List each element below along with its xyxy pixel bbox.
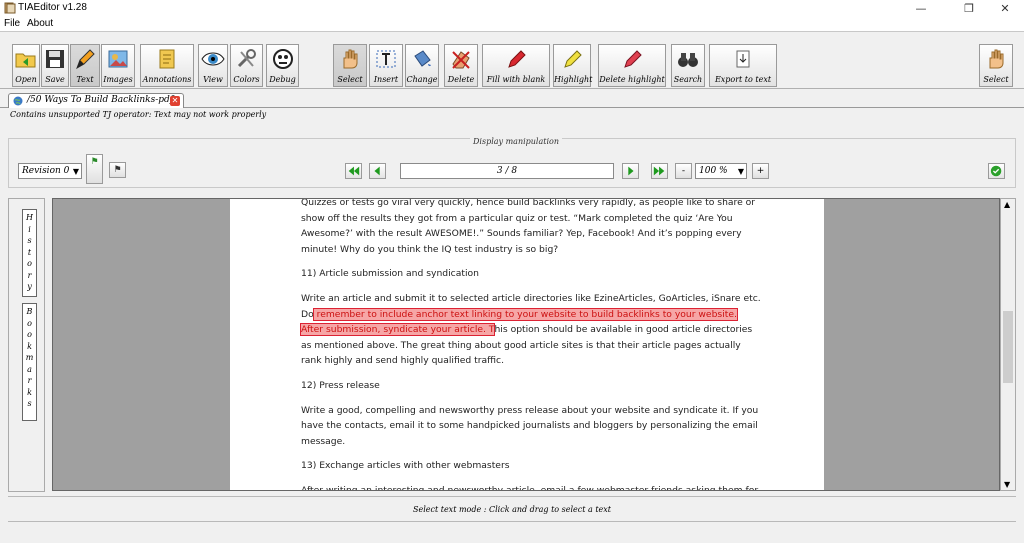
view-button[interactable]: View: [198, 44, 228, 87]
revision-back-button[interactable]: ⚑: [109, 162, 126, 178]
apply-button[interactable]: [988, 163, 1005, 179]
delete-highlight-icon: [624, 50, 642, 68]
insert-button[interactable]: Insert: [369, 44, 403, 87]
scroll-up-icon[interactable]: ▲: [1004, 200, 1010, 209]
tab-history[interactable]: History: [22, 209, 37, 297]
chevron-down-icon: ▼: [737, 167, 744, 176]
tab-document[interactable]: /50 Ways To Build Backlinks-pdf ✕: [8, 93, 184, 108]
debug-button[interactable]: Debug: [266, 44, 299, 87]
status-bar: Select text mode : Click and drag to sel…: [8, 496, 1016, 522]
window-title: TIAEditor v1.28: [18, 2, 87, 13]
paragraph[interactable]: Write a good, compelling and newsworthy …: [301, 403, 761, 450]
double-left-arrow-icon: [348, 166, 360, 176]
zoom-select[interactable]: 100 % ▼: [695, 163, 747, 179]
marker-icon: [508, 50, 526, 68]
heading[interactable]: 13) Exchange articles with other webmast…: [301, 458, 761, 474]
menu-bar: File About: [0, 17, 1024, 31]
scroll-down-icon[interactable]: ▼: [1004, 480, 1010, 489]
toolbar: Open Save Text Images Annotations View C…: [0, 31, 1024, 89]
hand-icon: [343, 49, 358, 69]
delete-highlight-button[interactable]: Delete highlight: [598, 44, 666, 87]
previous-page-button[interactable]: [369, 163, 386, 179]
maximize-button[interactable]: ❐: [952, 0, 986, 17]
zoom-in-button[interactable]: +: [752, 163, 769, 179]
close-button[interactable]: ✕: [988, 0, 1022, 17]
export-to-text-button[interactable]: Export to text: [709, 44, 777, 87]
title-bar: TIAEditor v1.28 — ❐ ✕: [0, 0, 1024, 17]
close-tab-icon[interactable]: ✕: [170, 96, 180, 106]
insert-text-icon: [376, 50, 396, 68]
eye-icon: [201, 52, 225, 66]
first-page-button[interactable]: [345, 163, 362, 179]
highlighter-icon: [564, 50, 582, 68]
paragraph[interactable]: After writing an interesting and newswor…: [301, 483, 761, 490]
floppy-disk-icon: [46, 50, 64, 68]
display-manipulation-label: Display manipulation: [470, 137, 562, 146]
document-viewer[interactable]: Quizzes or tests go viral very quickly, …: [52, 198, 1000, 491]
minimize-button[interactable]: —: [904, 0, 938, 17]
chevron-down-icon: ▼: [72, 167, 79, 176]
heading[interactable]: 11) Article submission and syndication: [301, 266, 761, 282]
open-folder-icon: [15, 53, 36, 68]
paragraph[interactable]: Write an article and submit it to select…: [300, 291, 761, 369]
export-text-icon: [736, 50, 750, 68]
note-icon: [159, 49, 175, 69]
heading[interactable]: 12) Press release: [301, 378, 761, 394]
text-button[interactable]: Text: [70, 44, 100, 87]
binoculars-icon: [678, 53, 698, 67]
hand-icon: [989, 49, 1004, 69]
last-page-button[interactable]: [651, 163, 668, 179]
paragraph[interactable]: Quizzes or tests go viral very quickly, …: [301, 199, 761, 257]
green-circle-icon: [990, 165, 1002, 177]
double-right-arrow-icon: [653, 166, 665, 176]
search-button[interactable]: Search: [671, 44, 705, 87]
vertical-scrollbar[interactable]: ▲ ▼: [1000, 198, 1016, 491]
save-button[interactable]: Save: [41, 44, 69, 87]
bug-icon: [272, 49, 293, 69]
page-text[interactable]: Quizzes or tests go viral very quickly, …: [300, 199, 761, 490]
fill-with-blank-button[interactable]: Fill with blank: [482, 44, 550, 87]
scroll-thumb[interactable]: [1003, 311, 1013, 383]
next-page-button[interactable]: [622, 163, 639, 179]
eraser-icon: [452, 51, 470, 69]
select-mode-button[interactable]: Select: [333, 44, 367, 87]
colors-button[interactable]: Colors: [230, 44, 263, 87]
image-icon: [108, 50, 128, 68]
select-right-button[interactable]: Select: [979, 44, 1013, 87]
change-button[interactable]: Change: [405, 44, 439, 87]
annotations-button[interactable]: Annotations: [140, 44, 194, 87]
revision-select[interactable]: Revision 0 ▼: [18, 163, 82, 179]
pdf-page[interactable]: Quizzes or tests go viral very quickly, …: [230, 199, 824, 490]
pencil-icon: [76, 49, 95, 70]
side-panel: History Bookmarks: [8, 198, 45, 492]
globe-icon: [13, 96, 23, 106]
open-button[interactable]: Open: [12, 44, 40, 87]
images-button[interactable]: Images: [101, 44, 135, 87]
flag-icon: ⚑: [90, 157, 99, 167]
left-arrow-icon: [374, 166, 380, 176]
menu-about[interactable]: About: [27, 18, 53, 29]
document-tabstrip: /50 Ways To Build Backlinks-pdf ✕: [0, 91, 1024, 108]
tab-bookmarks[interactable]: Bookmarks: [22, 303, 37, 421]
app-icon: [4, 2, 16, 14]
paint-bucket-icon: [414, 50, 431, 67]
delete-button[interactable]: Delete: [444, 44, 478, 87]
tools-icon: [237, 49, 256, 68]
zoom-out-button[interactable]: -: [675, 163, 692, 179]
tab-label: /50 Ways To Build Backlinks-pdf: [27, 95, 174, 105]
unsupported-operator-warning: Contains unsupported TJ operator: Text m…: [10, 110, 267, 119]
highlight-button[interactable]: Highlight: [553, 44, 592, 87]
flag-icon: ⚑: [113, 165, 122, 175]
menu-file[interactable]: File: [4, 18, 20, 29]
page-indicator[interactable]: 3 / 8: [400, 163, 614, 179]
right-arrow-icon: [628, 166, 634, 176]
revision-forward-button[interactable]: ⚑: [86, 154, 103, 184]
